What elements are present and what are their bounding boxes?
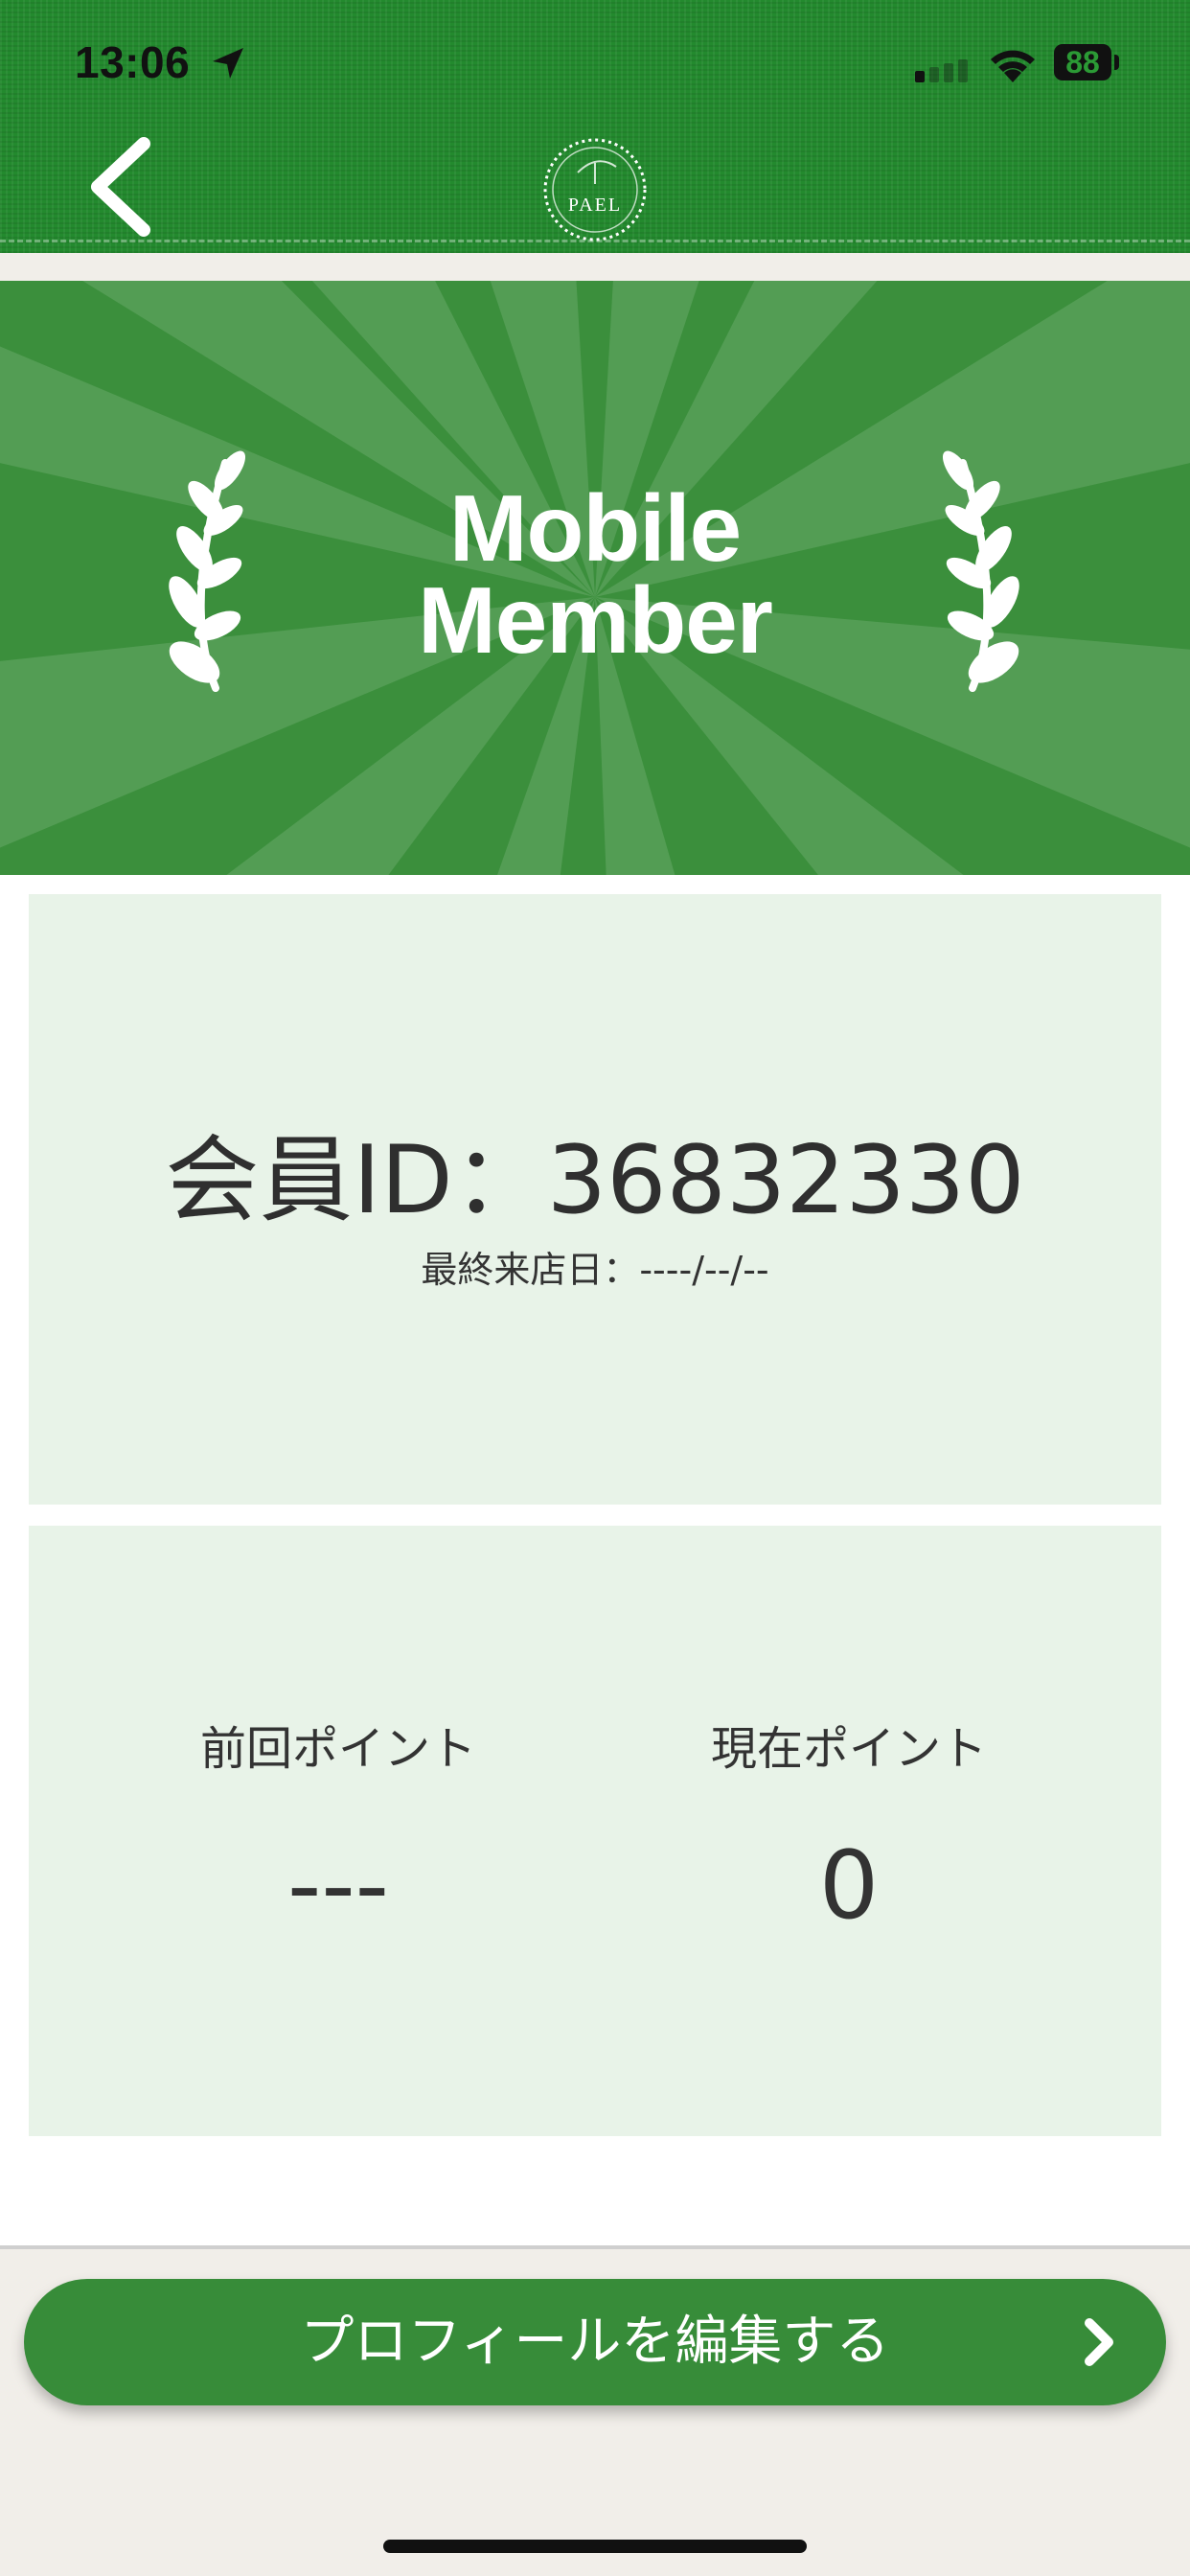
wifi-icon (991, 50, 1035, 82)
signal-icon (915, 59, 968, 82)
svg-text:PAEL: PAEL (568, 195, 622, 216)
mobile-member-banner: Mobile Member (0, 281, 1190, 875)
current-points-value: 0 (818, 1831, 880, 1941)
status-time: 13:06 (75, 37, 191, 87)
banner-title-line2: Member (418, 567, 773, 673)
battery-icon: 88 (1054, 44, 1111, 80)
battery-nub (1114, 55, 1119, 70)
location-arrow-icon (213, 48, 243, 79)
banner-title-line1: Mobile (448, 475, 742, 581)
member-id: 会員ID：36832330 (165, 1126, 1025, 1235)
app-header: 13:06 88 PAEL (0, 0, 1190, 253)
content-divider (0, 2245, 1190, 2249)
home-indicator (383, 2540, 807, 2553)
edit-profile-label: プロフィールを編集する (300, 2311, 890, 2373)
back-chevron-icon[interactable] (77, 134, 163, 240)
banner-title: Mobile Member (0, 475, 1190, 673)
chevron-right-icon (1085, 2318, 1113, 2366)
edit-profile-button[interactable]: プロフィールを編集する (24, 2279, 1166, 2405)
previous-points-value: --- (286, 1831, 390, 1941)
last-visit-date: 最終来店日：----/--/-- (421, 1249, 769, 1291)
current-points-label: 現在ポイント (710, 1722, 987, 1776)
pael-logo: PAEL (543, 138, 647, 242)
previous-points-label: 前回ポイント (199, 1722, 476, 1776)
